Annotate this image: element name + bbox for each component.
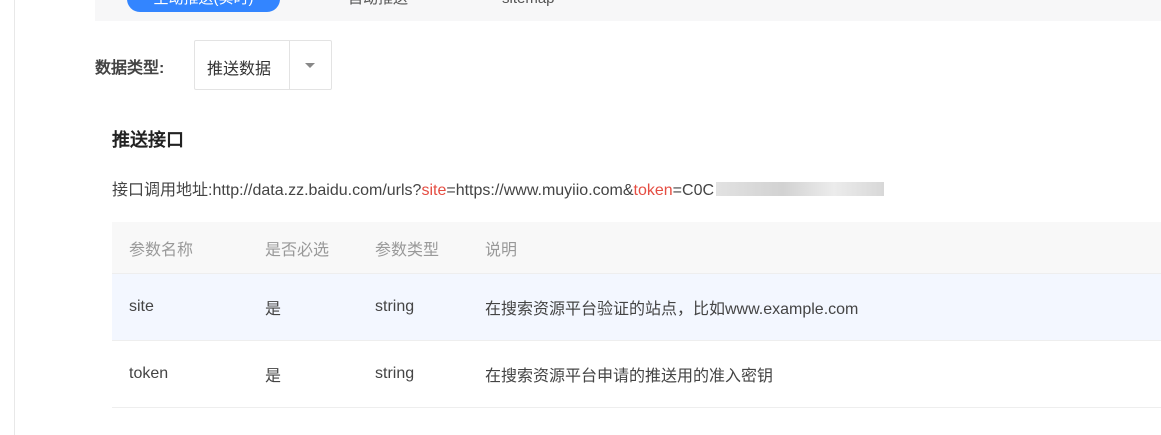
- table-cell: 在搜索资源平台申请的推送用的准入密钥: [485, 368, 774, 385]
- select-divider: [289, 41, 290, 89]
- table-cell: site: [129, 298, 154, 315]
- table-row: token 是 string 在搜索资源平台申请的推送用的准入密钥: [112, 341, 1161, 408]
- data-type-label: 数据类型:: [95, 60, 165, 77]
- api-url-line: 接口调用地址:http://data.zz.baidu.com/urls?sit…: [112, 176, 885, 200]
- page-left-border: [14, 0, 15, 435]
- table-row: site 是 string 在搜索资源平台验证的站点，比如www.example…: [112, 274, 1161, 341]
- table-cell: string: [375, 365, 415, 382]
- token-redaction-mask: [716, 182, 885, 196]
- api-url-base: http://data.zz.baidu.com/urls?: [212, 182, 422, 199]
- table-header-cell: 说明: [485, 241, 518, 259]
- data-type-selected-value: 推送数据: [207, 61, 272, 78]
- tab-auto-push[interactable]: 自动推送: [348, 0, 408, 12]
- table-cell: 是: [265, 368, 282, 385]
- table-header-cell: 参数名称: [129, 241, 194, 259]
- table-cell: 是: [265, 301, 282, 318]
- data-type-select[interactable]: 推送数据: [194, 40, 332, 90]
- section-title: 推送接口: [112, 130, 184, 150]
- tab-active-push[interactable]: 主动推送(实时): [127, 0, 280, 12]
- table-header-cell: 参数类型: [375, 241, 440, 259]
- table-header-row: 参数名称 是否必选 参数类型 说明: [112, 222, 1161, 274]
- params-table: 参数名称 是否必选 参数类型 说明 site 是 string 在搜索资源平台验…: [112, 222, 1161, 408]
- api-url-prefix: 接口调用地址:: [112, 182, 213, 199]
- table-cell: string: [375, 298, 415, 315]
- chevron-down-icon[interactable]: [305, 63, 315, 68]
- tab-sitemap[interactable]: sitemap: [502, 0, 555, 12]
- api-site-value: =https://www.muyiio.com&: [446, 182, 634, 199]
- api-param-token: token: [633, 182, 673, 199]
- table-cell: token: [129, 365, 169, 382]
- table-header-cell: 是否必选: [265, 241, 330, 259]
- api-token-value: =C0C: [672, 182, 715, 199]
- api-param-site: site: [421, 182, 447, 199]
- table-cell: 在搜索资源平台验证的站点，比如www.example.com: [485, 301, 859, 318]
